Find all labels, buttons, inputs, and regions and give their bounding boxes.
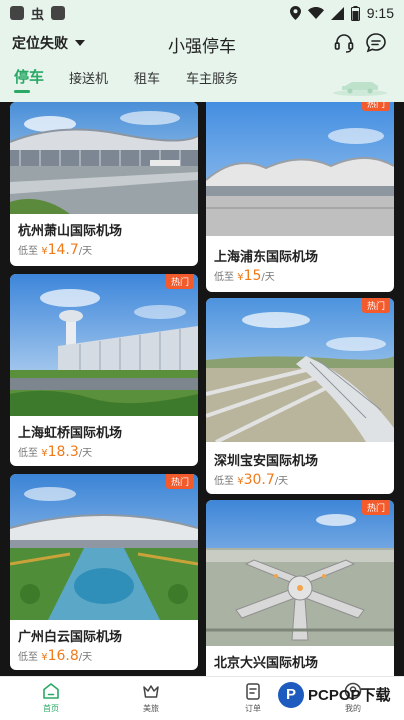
order-icon [246, 683, 260, 700]
pcpop-text: PCPOP下载 [308, 686, 391, 704]
airport-photo [10, 274, 198, 416]
app-header: 定位失败 小强停车 [0, 26, 404, 60]
message-icon[interactable] [364, 31, 388, 55]
signal-icon [330, 6, 344, 20]
airport-photo [10, 474, 198, 620]
nav-orders[interactable]: 订单 [228, 681, 278, 714]
airport-photo [10, 102, 198, 214]
customer-service-icon[interactable] [332, 31, 356, 55]
tab-active-indicator [14, 90, 30, 93]
bug-icon: 虫 [31, 7, 45, 23]
airport-list: 杭州萧山国际机场 低至 ¥14.7/天 热门 上海浦东国际机场 低至 ¥15/天 [0, 102, 404, 676]
airport-card-pudong[interactable]: 热门 上海浦东国际机场 低至 ¥15/天 [206, 102, 394, 292]
pcpop-logo: P [278, 682, 304, 708]
hot-badge: 热门 [165, 474, 194, 489]
hot-badge: 热门 [361, 298, 390, 313]
battery-icon [350, 5, 360, 21]
hot-badge: 热门 [361, 500, 390, 515]
home-icon [43, 683, 59, 699]
pcpop-watermark: P PCPOP下载 [278, 682, 391, 708]
nav-travel-label: 美旅 [143, 704, 159, 713]
airport-card-baiyun[interactable]: 热门 广州白云国际机场 低至 ¥16.8/天 [10, 474, 198, 670]
airport-card-daxing[interactable]: 热门 北京大兴国际机场 [206, 500, 394, 676]
nav-home-label: 首页 [43, 704, 59, 713]
airport-photo [206, 102, 394, 236]
airport-name: 北京大兴国际机场 [214, 656, 319, 671]
airport-photo [206, 298, 394, 442]
hot-badge: 热门 [165, 274, 194, 289]
notification-square-icon [10, 6, 24, 20]
airport-price: 低至 ¥14.7/天 [18, 242, 93, 258]
tab-parking[interactable]: 停车 [14, 66, 44, 87]
notification-square-icon [51, 6, 66, 20]
airport-card-hangzhou[interactable]: 杭州萧山国际机场 低至 ¥14.7/天 [10, 102, 198, 266]
hot-badge: 热门 [361, 102, 390, 111]
car-decoration-icon [333, 82, 387, 96]
category-tabs: 停车 接送机 租车 车主服务 [0, 60, 404, 102]
airport-price: 低至 ¥16.8/天 [18, 648, 93, 664]
location-pin-icon [289, 6, 301, 20]
wifi-icon [307, 7, 324, 19]
nav-travel[interactable]: 美旅 [126, 681, 176, 714]
status-bar: 虫 9:15 [0, 0, 404, 26]
tab-owner-services[interactable]: 车主服务 [186, 68, 238, 87]
crown-icon [143, 685, 159, 698]
airport-photo [206, 500, 394, 646]
airport-price: 低至 ¥30.7/天 [214, 472, 289, 488]
airport-name: 杭州萧山国际机场 [18, 224, 123, 239]
nav-orders-label: 订单 [245, 704, 261, 713]
airport-name: 上海浦东国际机场 [214, 250, 319, 265]
airport-name: 广州白云国际机场 [18, 630, 123, 645]
airport-card-hongqiao[interactable]: 热门 上海虹桥国际机场 低至 ¥18.3/天 [10, 274, 198, 466]
clock: 9:15 [366, 5, 394, 21]
nav-home[interactable]: 首页 [26, 681, 76, 714]
tab-airport-transfer[interactable]: 接送机 [69, 68, 108, 87]
airport-name: 深圳宝安国际机场 [214, 454, 319, 469]
tab-car-rental[interactable]: 租车 [134, 68, 160, 87]
airport-card-baoan[interactable]: 热门 深圳宝安国际机场 低至 ¥30.7/天 [206, 298, 394, 494]
airport-price: 低至 ¥18.3/天 [18, 444, 93, 460]
airport-price: 低至 ¥15/天 [214, 268, 275, 284]
airport-name: 上海虹桥国际机场 [18, 426, 123, 441]
